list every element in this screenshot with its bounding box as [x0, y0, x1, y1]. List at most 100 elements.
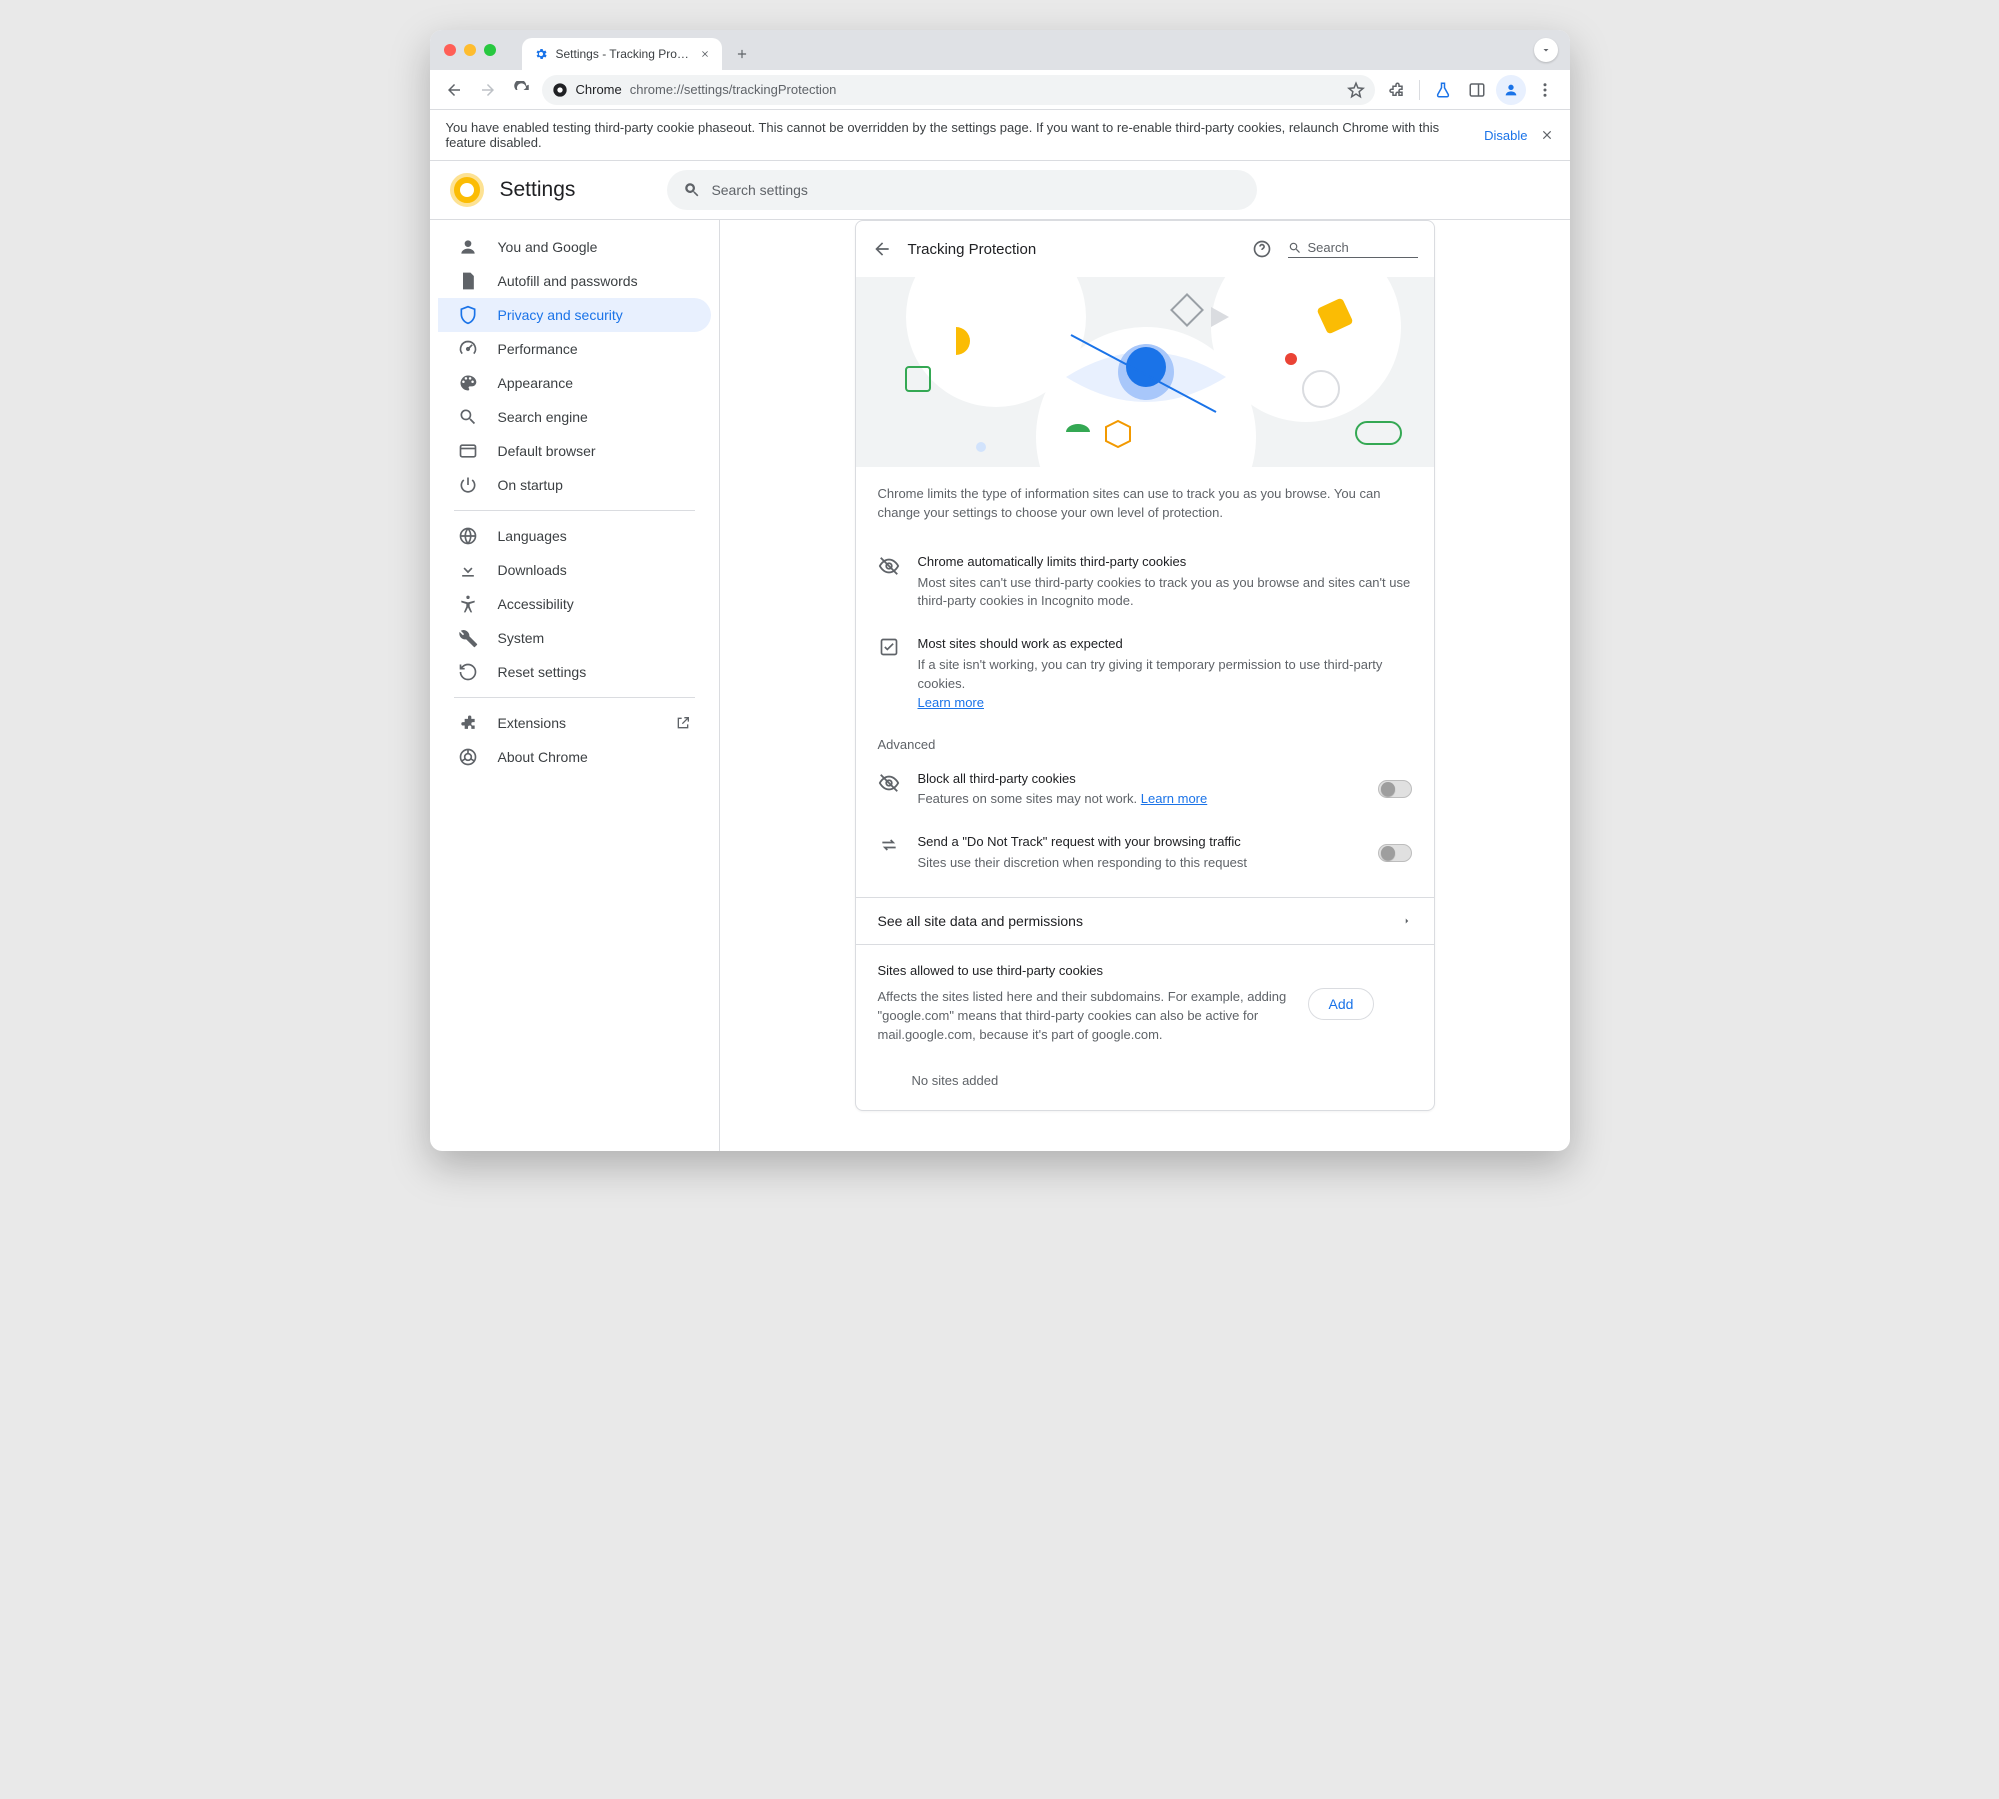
search-icon: [683, 181, 701, 199]
see-all-site-data-row[interactable]: See all site data and permissions: [856, 897, 1434, 945]
search-icon: [1288, 241, 1302, 255]
address-bar[interactable]: Chrome chrome://settings/trackingProtect…: [542, 75, 1375, 105]
new-tab-button[interactable]: [728, 40, 756, 68]
sites-work-body: If a site isn't working, you can try giv…: [918, 657, 1383, 691]
tab-title: Settings - Tracking Protectio: [556, 47, 692, 61]
help-icon[interactable]: [1252, 239, 1272, 259]
dnt-toggle[interactable]: [1378, 844, 1412, 862]
tab-search-button[interactable]: [1534, 38, 1558, 62]
back-arrow-icon[interactable]: [872, 239, 892, 259]
dnt-title: Send a "Do Not Track" request with your …: [918, 833, 1360, 852]
settings-title: Settings: [500, 178, 576, 202]
sidebar-item-autofill[interactable]: Autofill and passwords: [438, 264, 711, 298]
see-all-label: See all site data and permissions: [878, 913, 1083, 929]
bookmark-icon[interactable]: [1347, 81, 1365, 99]
sidebar-item-reset[interactable]: Reset settings: [438, 655, 711, 689]
block-all-toggle[interactable]: [1378, 780, 1412, 798]
settings-search-placeholder: Search settings: [711, 182, 808, 198]
settings-search[interactable]: Search settings: [667, 170, 1257, 210]
sidebar-item-label: Extensions: [498, 715, 566, 731]
block-all-title: Block all third-party cookies: [918, 770, 1360, 789]
card-header: Tracking Protection Search: [856, 221, 1434, 277]
sidebar-item-downloads[interactable]: Downloads: [438, 553, 711, 587]
sidebar-item-extensions[interactable]: Extensions: [438, 706, 711, 740]
no-sites-text: No sites added: [856, 1063, 1434, 1110]
sites-work-row: Most sites should work as expected If a …: [856, 623, 1434, 724]
sidebar-item-about[interactable]: About Chrome: [438, 740, 711, 774]
sites-allowed-title: Sites allowed to use third-party cookies: [878, 963, 1412, 978]
intro-text: Chrome limits the type of information si…: [856, 467, 1434, 541]
chrome-label: Chrome: [576, 82, 622, 97]
chrome-logo-icon: [450, 173, 484, 207]
close-icon[interactable]: [1540, 128, 1554, 142]
labs-button[interactable]: [1428, 75, 1458, 105]
settings-main: Tracking Protection Search: [720, 220, 1570, 1151]
close-tab-icon[interactable]: [700, 49, 710, 59]
side-panel-button[interactable]: [1462, 75, 1492, 105]
profile-button[interactable]: [1496, 75, 1526, 105]
page-search-placeholder: Search: [1308, 240, 1349, 255]
sidebar-item-appearance[interactable]: Appearance: [438, 366, 711, 400]
page-title: Tracking Protection: [908, 241, 1236, 258]
sidebar-item-label: Search engine: [498, 409, 588, 425]
gear-icon: [534, 47, 548, 61]
sidebar-item-label: Reset settings: [498, 664, 587, 680]
learn-more-link[interactable]: Learn more: [1141, 791, 1207, 806]
minimize-window-icon[interactable]: [464, 44, 476, 56]
sites-allowed-body: Affects the sites listed here and their …: [878, 988, 1298, 1045]
auto-limit-body: Most sites can't use third-party cookies…: [918, 574, 1412, 612]
reload-button[interactable]: [508, 76, 536, 104]
window-controls[interactable]: [444, 44, 496, 56]
settings-sidebar: You and Google Autofill and passwords Pr…: [430, 220, 720, 1151]
sidebar-item-privacy[interactable]: Privacy and security: [438, 298, 711, 332]
forward-button[interactable]: [474, 76, 502, 104]
sidebar-item-label: Performance: [498, 341, 578, 357]
sidebar-item-accessibility[interactable]: Accessibility: [438, 587, 711, 621]
tracking-protection-card: Tracking Protection Search: [855, 220, 1435, 1111]
sidebar-item-label: Default browser: [498, 443, 596, 459]
sidebar-item-languages[interactable]: Languages: [438, 519, 711, 553]
info-bar: You have enabled testing third-party coo…: [430, 110, 1570, 161]
block-all-row: Block all third-party cookies Features o…: [856, 758, 1434, 822]
do-not-track-row: Send a "Do Not Track" request with your …: [856, 821, 1434, 885]
block-all-body: Features on some sites may not work.: [918, 791, 1141, 806]
advanced-label: Advanced: [856, 725, 1434, 758]
browser-tab[interactable]: Settings - Tracking Protectio: [522, 38, 722, 70]
external-link-icon: [675, 715, 691, 731]
auto-limit-title: Chrome automatically limits third-party …: [918, 553, 1412, 572]
browser-window: Settings - Tracking Protectio Chrome chr…: [430, 30, 1570, 1151]
extensions-button[interactable]: [1381, 75, 1411, 105]
add-site-button[interactable]: Add: [1308, 988, 1375, 1020]
back-button[interactable]: [440, 76, 468, 104]
chrome-icon: [552, 82, 568, 98]
menu-button[interactable]: [1530, 75, 1560, 105]
hero-illustration: [856, 277, 1434, 467]
sidebar-item-label: Appearance: [498, 375, 574, 391]
sites-work-title: Most sites should work as expected: [918, 635, 1412, 654]
kebab-icon: [1536, 81, 1554, 99]
sidebar-item-startup[interactable]: On startup: [438, 468, 711, 502]
sidebar-item-search-engine[interactable]: Search engine: [438, 400, 711, 434]
url-text: chrome://settings/trackingProtection: [630, 82, 837, 97]
close-window-icon[interactable]: [444, 44, 456, 56]
sidebar-item-label: Languages: [498, 528, 567, 544]
sidebar-item-you[interactable]: You and Google: [438, 230, 711, 264]
sidebar-item-label: Downloads: [498, 562, 567, 578]
sidebar-item-system[interactable]: System: [438, 621, 711, 655]
sidebar-item-label: On startup: [498, 477, 563, 493]
sidebar-item-label: System: [498, 630, 545, 646]
info-bar-text: You have enabled testing third-party coo…: [446, 120, 1473, 150]
dnt-body: Sites use their discretion when respondi…: [918, 854, 1360, 873]
chevron-right-icon: [1402, 916, 1412, 926]
page-search[interactable]: Search: [1288, 240, 1418, 258]
disable-link[interactable]: Disable: [1484, 128, 1527, 143]
maximize-window-icon[interactable]: [484, 44, 496, 56]
sidebar-item-default-browser[interactable]: Default browser: [438, 434, 711, 468]
chevron-down-icon: [1540, 44, 1552, 56]
settings-header: Settings Search settings: [430, 161, 1570, 219]
learn-more-link[interactable]: Learn more: [918, 695, 984, 710]
sidebar-item-performance[interactable]: Performance: [438, 332, 711, 366]
browser-toolbar: Chrome chrome://settings/trackingProtect…: [430, 70, 1570, 110]
sidebar-item-label: Autofill and passwords: [498, 273, 638, 289]
tab-strip: Settings - Tracking Protectio: [430, 30, 1570, 70]
